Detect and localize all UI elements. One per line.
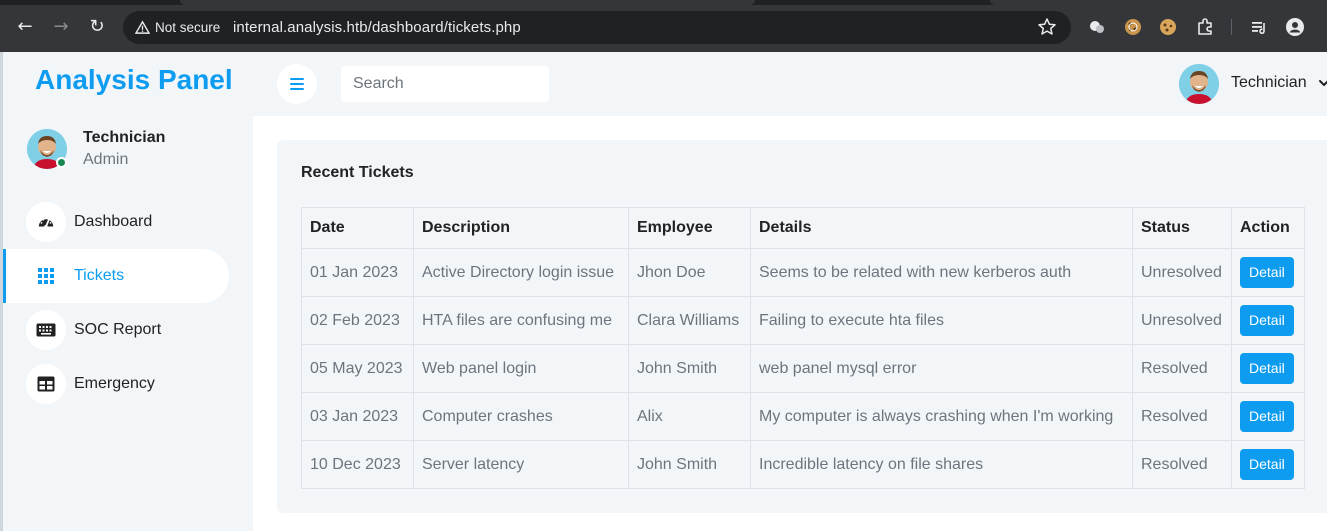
table-row: 01 Jan 2023 Active Directory login issue… (301, 248, 1305, 297)
back-icon[interactable]: ← (14, 16, 36, 38)
cell-employee: Alix (628, 392, 751, 441)
cell-employee: John Smith (628, 344, 751, 393)
table-row: 05 May 2023 Web panel login John Smith w… (301, 344, 1305, 393)
forward-icon[interactable]: → (50, 16, 72, 38)
cell-action: Detail (1231, 392, 1305, 441)
cell-date: 01 Jan 2023 (301, 248, 414, 297)
avatar-image (1179, 64, 1219, 104)
cell-status: Unresolved (1132, 248, 1232, 297)
online-status-dot (56, 157, 67, 168)
cell-status: Resolved (1132, 344, 1232, 393)
security-chip[interactable]: Not secure (131, 16, 228, 39)
cell-details: Incredible latency on file shares (750, 440, 1133, 489)
cell-description: Active Directory login issue (413, 248, 629, 297)
cell-details: My computer is always crashing when I'm … (750, 392, 1133, 441)
tab-edge (990, 0, 1327, 5)
cell-employee: Clara Williams (628, 296, 751, 345)
sidebar-item-tickets[interactable]: Tickets (3, 249, 229, 303)
cell-status: Unresolved (1132, 296, 1232, 345)
column-header-status: Status (1132, 207, 1232, 249)
user-name: Technician (1231, 74, 1307, 91)
detail-button[interactable]: Detail (1240, 305, 1294, 336)
detail-button[interactable]: Detail (1240, 257, 1294, 288)
hamburger-icon (290, 78, 304, 90)
profile-name: Technician (83, 129, 166, 146)
table-row: 03 Jan 2023 Computer crashes Alix My com… (301, 392, 1305, 441)
extensions-puzzle-icon[interactable] (1195, 17, 1215, 37)
card-title: Recent Tickets (301, 164, 414, 181)
top-navbar: Technician (253, 52, 1327, 116)
address-bar[interactable]: Not secure internal.analysis.htb/dashboa… (123, 11, 1071, 44)
warning-icon (135, 20, 150, 34)
grid-icon (26, 256, 66, 296)
cell-action: Detail (1231, 440, 1305, 489)
sidebar-item-label: Emergency (74, 375, 155, 392)
reload-icon[interactable]: ↻ (86, 16, 108, 38)
tickets-table: Date Description Employee Details Status… (301, 207, 1305, 489)
extension-bubbles-icon[interactable] (1087, 17, 1107, 37)
profile-icon[interactable] (1285, 17, 1305, 37)
column-header-details: Details (750, 207, 1133, 249)
extension-cookie-icon[interactable] (1123, 17, 1143, 37)
table-icon (26, 364, 66, 404)
cell-status: Resolved (1132, 392, 1232, 441)
cell-employee: John Smith (628, 440, 751, 489)
sidebar-item-label: Dashboard (74, 213, 153, 230)
cell-details: web panel mysql error (750, 344, 1133, 393)
recent-tickets-card: Recent Tickets Date Description Employee… (277, 140, 1327, 513)
table-row: 02 Feb 2023 HTA files are confusing me C… (301, 296, 1305, 345)
browser-toolbar: ← → ↻ Not secure internal.analysis.htb/d… (0, 0, 1327, 52)
cell-date: 02 Feb 2023 (301, 296, 414, 345)
cell-date: 03 Jan 2023 (301, 392, 414, 441)
sidebar-profile: Technician Admin (27, 129, 247, 174)
table-header-row: Date Description Employee Details Status… (301, 207, 1305, 249)
cell-date: 10 Dec 2023 (301, 440, 414, 489)
extension-cookie-editor-icon[interactable] (1158, 17, 1178, 37)
detail-button[interactable]: Detail (1240, 449, 1294, 480)
sidebar-item-soc-report[interactable]: SOC Report (3, 303, 229, 357)
sidebar-toggle-button[interactable] (277, 64, 317, 104)
cell-details: Seems to be related with new kerberos au… (750, 248, 1133, 297)
cell-status: Resolved (1132, 440, 1232, 489)
gauge-icon (26, 202, 66, 242)
cell-date: 05 May 2023 (301, 344, 414, 393)
sidebar-item-dashboard[interactable]: Dashboard (3, 195, 229, 249)
sidebar-item-label: SOC Report (74, 321, 162, 338)
sidebar: Analysis Panel Technician Admin Dashboar… (0, 52, 253, 531)
sidebar-item-emergency[interactable]: Emergency (3, 357, 229, 411)
column-header-date: Date (301, 207, 414, 249)
url-text[interactable]: internal.analysis.htb/dashboard/tickets.… (233, 11, 521, 44)
sidebar-item-label: Tickets (74, 267, 125, 284)
cell-details: Failing to execute hta files (750, 296, 1133, 345)
cell-description: Computer crashes (413, 392, 629, 441)
detail-button[interactable]: Detail (1240, 401, 1294, 432)
chevron-down-icon (1319, 80, 1327, 86)
profile-role: Admin (83, 151, 129, 168)
cell-action: Detail (1231, 296, 1305, 345)
media-queue-icon[interactable] (1249, 17, 1269, 37)
column-header-employee: Employee (628, 207, 751, 249)
avatar (1179, 64, 1219, 104)
main-content: Recent Tickets Date Description Employee… (253, 116, 1327, 531)
cell-description: Web panel login (413, 344, 629, 393)
brand-title[interactable]: Analysis Panel (35, 64, 233, 96)
cell-employee: Jhon Doe (628, 248, 751, 297)
cell-action: Detail (1231, 344, 1305, 393)
bookmark-star-icon[interactable] (1037, 17, 1057, 37)
active-tab-edge (180, 0, 755, 5)
cell-description: HTA files are confusing me (413, 296, 629, 345)
cell-description: Server latency (413, 440, 629, 489)
detail-button[interactable]: Detail (1240, 353, 1294, 384)
table-row: 10 Dec 2023 Server latency John Smith In… (301, 440, 1305, 489)
security-label: Not secure (155, 20, 221, 35)
column-header-description: Description (413, 207, 629, 249)
search-input[interactable] (341, 66, 549, 102)
sidebar-menu: Dashboard Tickets SOC Report Emergency (3, 195, 253, 411)
cell-action: Detail (1231, 248, 1305, 297)
keyboard-icon (26, 310, 66, 350)
column-header-action: Action (1231, 207, 1305, 249)
toolbar-separator (1231, 19, 1232, 35)
